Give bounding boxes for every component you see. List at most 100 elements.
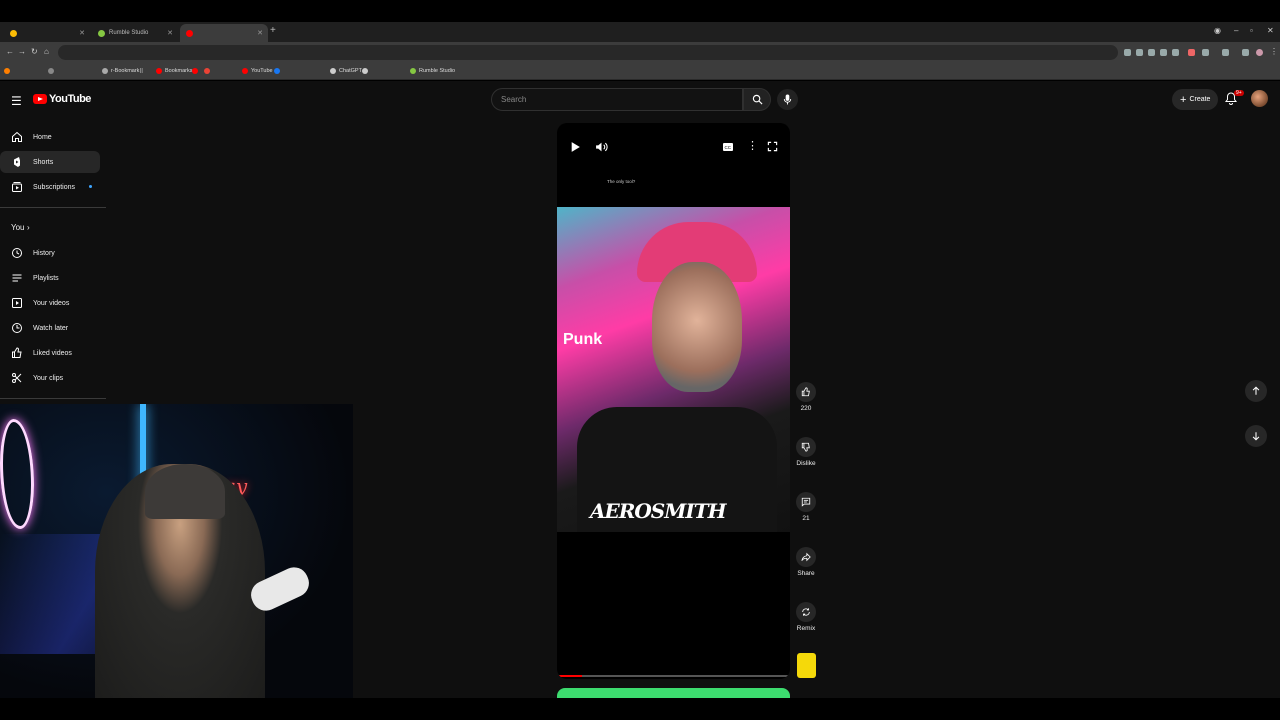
- liked-videos-icon: [12, 347, 22, 358]
- previous-short-button[interactable]: [1245, 380, 1267, 402]
- volume-icon[interactable]: [595, 141, 608, 153]
- search-button[interactable]: [743, 88, 771, 111]
- sidebar-item-liked-videos[interactable]: Liked videos: [0, 342, 100, 364]
- bookmark-item[interactable]: [192, 68, 201, 74]
- close-window-icon[interactable]: ✕: [1267, 26, 1274, 35]
- extension-icon[interactable]: [1188, 49, 1195, 56]
- play-icon[interactable]: [570, 141, 581, 153]
- bookmark-item[interactable]: [4, 68, 13, 74]
- bookmark-item[interactable]: ChatGPT: [330, 68, 362, 74]
- bookmark-item[interactable]: Rumble Studio: [410, 68, 455, 74]
- sidebar-item-your-videos[interactable]: Your videos: [0, 292, 100, 314]
- like-count: 220: [800, 405, 812, 412]
- sidebar-item-subscriptions[interactable]: Subscriptions: [0, 176, 100, 198]
- minimize-icon[interactable]: –: [1234, 26, 1238, 35]
- playlists-icon: [12, 274, 22, 282]
- home-icon[interactable]: ⌂: [44, 47, 49, 56]
- bookmark-item[interactable]: [362, 68, 371, 74]
- bookmark-item[interactable]: Bookmarks: [156, 68, 193, 74]
- bookmark-item[interactable]: YouTube: [242, 68, 273, 74]
- video-caption-text: The only tool?: [607, 179, 636, 184]
- hamburger-menu-icon[interactable]: ☰: [11, 94, 22, 108]
- extension-icon[interactable]: [1148, 49, 1155, 56]
- extension-icon[interactable]: [1124, 49, 1131, 56]
- close-icon[interactable]: ✕: [79, 29, 85, 37]
- tab-favicon-icon: [98, 29, 105, 37]
- webcam-overlay: may: [0, 404, 353, 698]
- video-person-face: [652, 262, 742, 392]
- voice-search-button[interactable]: [777, 89, 798, 110]
- remix-icon: [802, 608, 810, 616]
- bookmarks-bar: r-Bookmark || Bookmarks YouTube ChatGPT …: [0, 64, 1280, 80]
- extension-icon[interactable]: [1160, 49, 1167, 56]
- search-input[interactable]: Search: [491, 88, 743, 111]
- bookmark-item[interactable]: [274, 68, 283, 74]
- avatar[interactable]: [1251, 90, 1268, 107]
- back-icon[interactable]: ←: [6, 47, 14, 56]
- neon-sign-white: [0, 419, 34, 529]
- subscriptions-icon: [12, 182, 22, 192]
- sidebar-item-history[interactable]: History: [0, 242, 100, 264]
- profile-icon[interactable]: ◉: [1214, 26, 1221, 35]
- next-short-preview[interactable]: [557, 688, 790, 698]
- sidebar-item-shorts[interactable]: Shorts: [0, 151, 100, 173]
- bookmark-item[interactable]: [204, 68, 213, 74]
- extension-icon[interactable]: [1136, 49, 1143, 56]
- captions-icon[interactable]: CC: [722, 141, 734, 153]
- share-label: Share: [797, 570, 815, 577]
- remix-button[interactable]: Remix: [796, 602, 816, 632]
- tab-favicon-icon: [10, 29, 17, 37]
- browser-menu-icon[interactable]: ⋮: [1270, 47, 1278, 56]
- like-button[interactable]: 220: [796, 382, 816, 412]
- create-button[interactable]: + Create: [1172, 89, 1219, 110]
- reload-icon[interactable]: ↻: [31, 47, 38, 56]
- comments-count: 21: [802, 515, 810, 522]
- extension-icon[interactable]: [1172, 49, 1179, 56]
- punk-sign: Punk: [563, 331, 603, 348]
- comments-button[interactable]: 21: [796, 492, 816, 522]
- progress-bar[interactable]: [559, 675, 788, 677]
- sidebar-item-watch-later[interactable]: Watch later: [0, 317, 100, 339]
- profile-avatar-icon[interactable]: [1256, 49, 1263, 56]
- your-clips-icon: [12, 373, 22, 383]
- bookmark-item[interactable]: [48, 68, 57, 74]
- shorts-player[interactable]: CC ⋮ The only tool? AEROSMITH Punk: [557, 123, 790, 679]
- new-tab-button[interactable]: +: [270, 25, 276, 36]
- sidebar-item-home[interactable]: Home: [0, 126, 100, 148]
- browser-tab[interactable]: ✕: [4, 24, 90, 42]
- browser-toolbar: ← → ↻ ⌂ ⋮: [0, 42, 1280, 64]
- share-button[interactable]: Share: [796, 547, 816, 577]
- browser-tab[interactable]: Rumble Studio ✕: [92, 24, 178, 42]
- arrow-down-icon: [1252, 432, 1260, 441]
- microphone-icon: [783, 94, 792, 105]
- extension-icon[interactable]: [1202, 49, 1209, 56]
- share-icon: [801, 552, 811, 562]
- browser-tab-active[interactable]: ✕: [180, 24, 268, 42]
- dislike-button[interactable]: Dislike: [796, 437, 816, 467]
- close-icon[interactable]: ✕: [257, 29, 263, 37]
- sound-thumbnail[interactable]: [797, 653, 816, 678]
- shorts-icon: [14, 157, 20, 167]
- extension-icon[interactable]: [1242, 49, 1249, 56]
- sidebar-you-header[interactable]: You ›: [0, 216, 100, 238]
- shirt-text: AEROSMITH: [590, 499, 727, 523]
- sidepanel-icon[interactable]: [1222, 49, 1229, 56]
- bookmark-item[interactable]: r-Bookmark: [102, 68, 139, 74]
- fullscreen-icon[interactable]: [767, 141, 778, 152]
- close-icon[interactable]: ✕: [167, 29, 173, 37]
- arrow-up-icon: [1252, 386, 1260, 395]
- comment-icon: [801, 497, 811, 507]
- maximize-icon[interactable]: ▫: [1250, 26, 1253, 35]
- tab-favicon-icon: [186, 29, 193, 37]
- bookmark-separator: ||: [140, 68, 143, 74]
- next-short-button[interactable]: [1245, 425, 1267, 447]
- tab-label: Rumble Studio: [109, 30, 149, 36]
- address-bar[interactable]: [58, 45, 1118, 60]
- sidebar-item-your-clips[interactable]: Your clips: [0, 367, 100, 389]
- forward-icon[interactable]: →: [18, 47, 26, 56]
- youtube-logo[interactable]: YouTube: [33, 93, 91, 105]
- sidebar-item-playlists[interactable]: Playlists: [0, 267, 100, 289]
- youtube-play-icon: [33, 94, 47, 104]
- more-options-icon[interactable]: ⋮: [747, 139, 758, 152]
- remix-label: Remix: [796, 625, 816, 632]
